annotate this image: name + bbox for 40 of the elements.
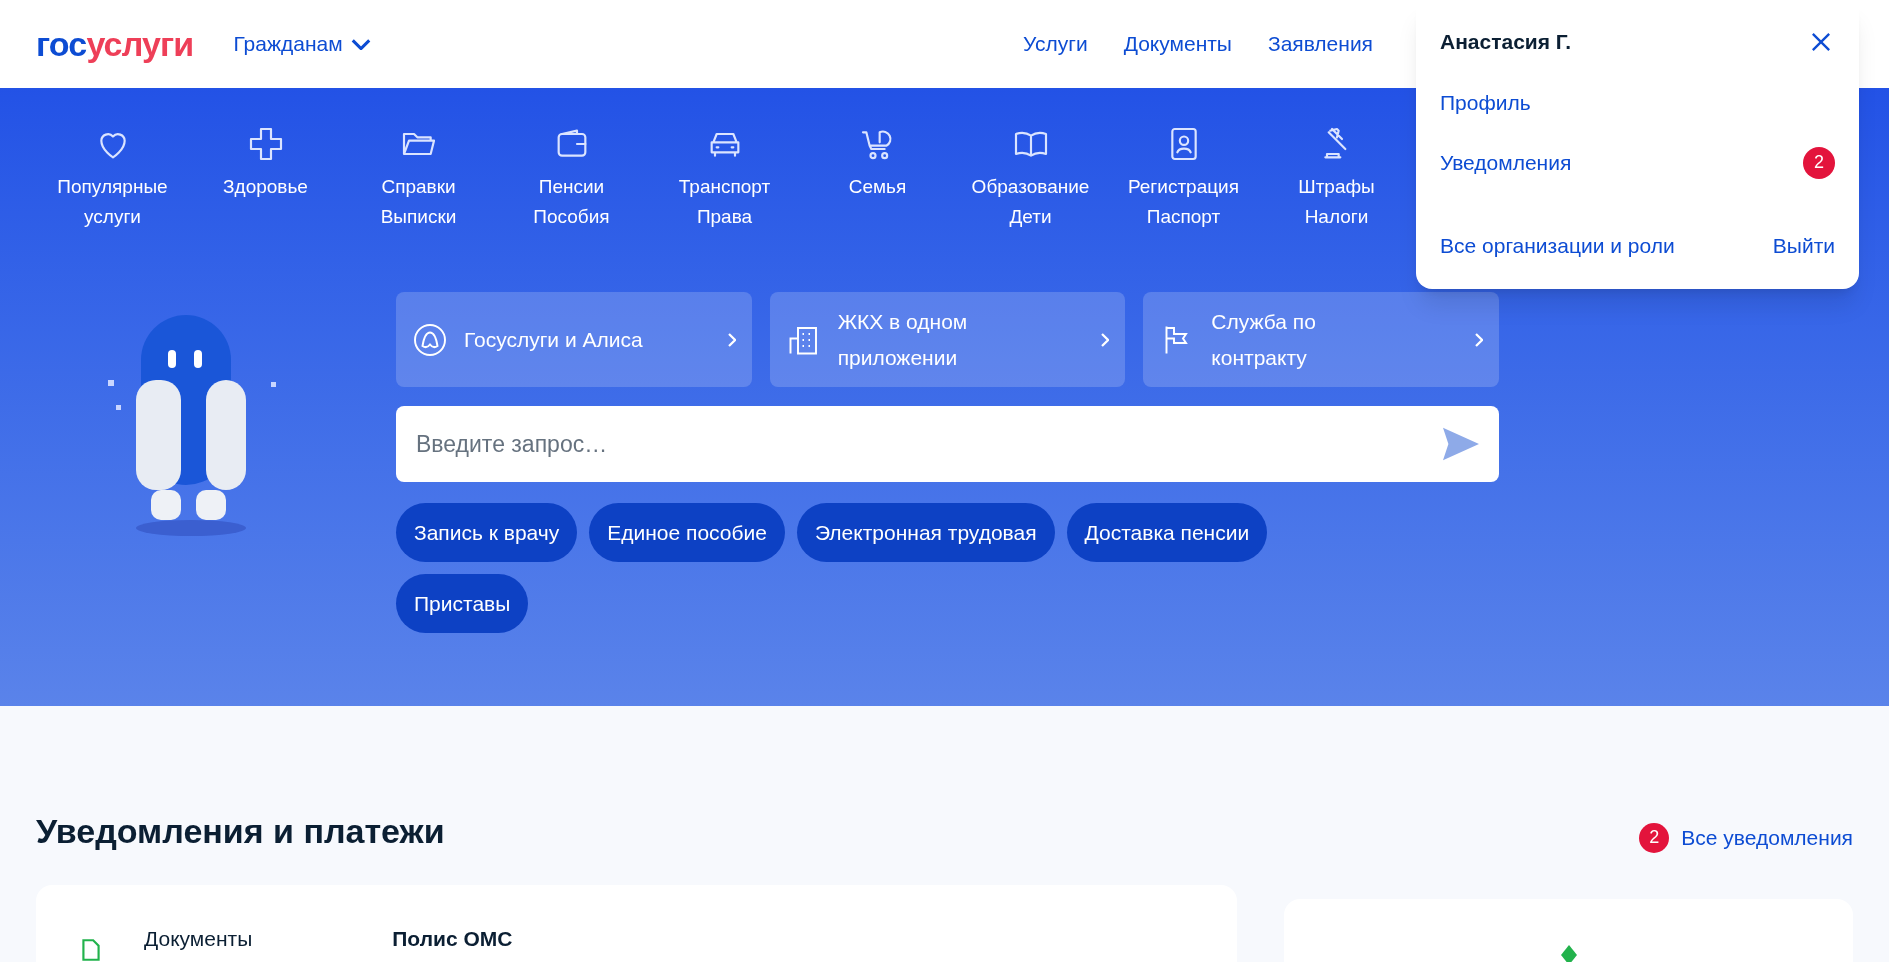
notification-category: Документы	[144, 926, 253, 952]
nav-link[interactable]: Заявления	[1267, 28, 1373, 60]
promo-card[interactable]: Служба по контракту	[1143, 292, 1499, 387]
notification-card[interactable]: Документы Полис ОМС	[36, 885, 1237, 962]
section-title: Уведомления и платежи	[36, 811, 445, 852]
chevron-right-icon	[1101, 330, 1110, 349]
logout-link[interactable]: Выйти	[1772, 229, 1835, 261]
nav-link[interactable]: Документы	[1123, 28, 1232, 60]
quick-query-chip[interactable]: Запись к врачу	[396, 503, 578, 562]
chevron-down-icon	[350, 38, 371, 50]
logo[interactable]: госуслуги	[36, 27, 194, 61]
chevron-right-icon	[1474, 330, 1483, 349]
nav-link[interactable]: Услуги	[1023, 28, 1088, 60]
category-link[interactable]: Справки Выписки	[342, 124, 495, 232]
all-notifications-link[interactable]: 2 Все уведомления	[1639, 822, 1853, 854]
alice-icon	[412, 321, 448, 358]
quick-query-chip[interactable]: Приставы	[396, 574, 529, 633]
category-link[interactable]: Здоровье	[189, 124, 342, 232]
user-menu-item[interactable]: Профиль	[1440, 87, 1835, 118]
quick-query-chip[interactable]: Доставка пенсии	[1066, 503, 1268, 562]
organizations-link[interactable]: Все организации и роли	[1440, 229, 1675, 261]
category-link[interactable]: Семья	[801, 124, 954, 232]
category-link[interactable]: Транспорт Права	[648, 124, 801, 232]
category-link[interactable]: Образование Дети	[954, 124, 1107, 232]
quick-query-chip[interactable]: Единое пособие	[589, 503, 785, 562]
category-link[interactable]: Штрафы Налоги	[1260, 124, 1413, 232]
category-link[interactable]: Регистрация Паспорт	[1107, 124, 1260, 232]
user-menu-item[interactable]: Уведомления 2	[1440, 147, 1835, 178]
search-field[interactable]: Введите запрос…	[396, 406, 1499, 482]
quick-query-chip[interactable]: Электронная трудовая	[796, 503, 1055, 562]
user-name: Анастасия Г.	[1440, 29, 1571, 55]
notification-title: Полис ОМС	[392, 926, 513, 952]
promo-card[interactable]: Госуслуги и Алиса	[396, 292, 752, 387]
chevron-right-icon	[727, 330, 736, 349]
count-badge: 2	[1639, 822, 1670, 853]
promo-card[interactable]: ЖКХ в одном приложении	[769, 292, 1126, 387]
count-badge: 2	[1803, 146, 1835, 179]
category-link[interactable]: Популярные услуги	[36, 124, 189, 232]
category-link[interactable]: Пенсии Пособия	[495, 124, 648, 232]
audience-dropdown[interactable]: Гражданам	[233, 28, 371, 60]
